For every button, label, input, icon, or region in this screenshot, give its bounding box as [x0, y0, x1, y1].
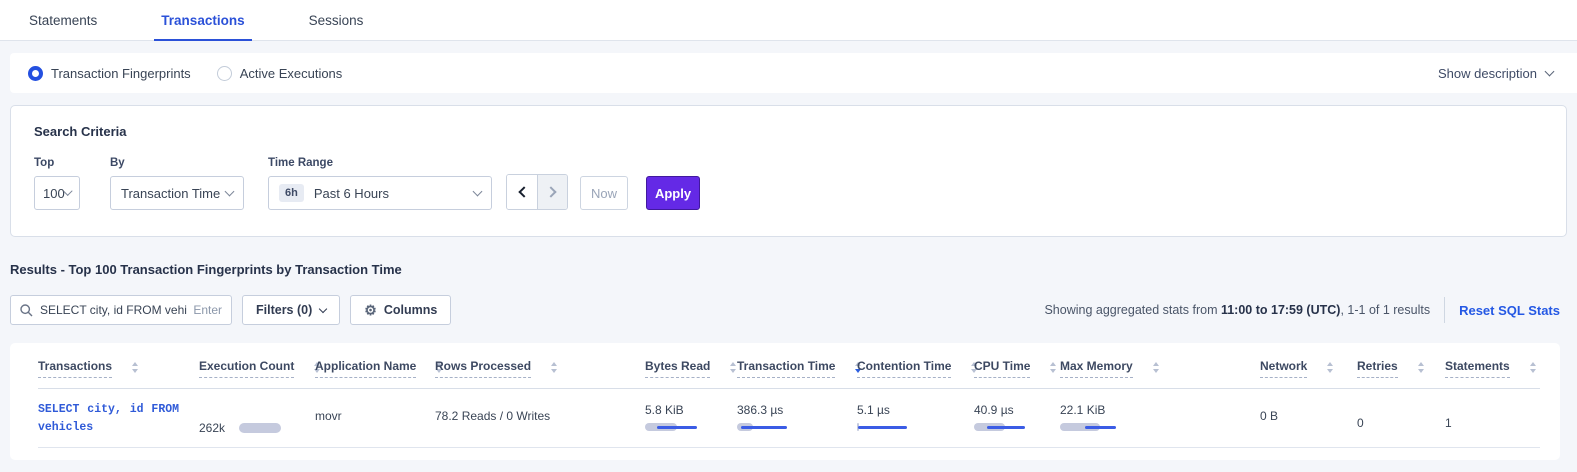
sort-icon[interactable] — [132, 362, 138, 373]
column-header-retries[interactable]: Retries — [1357, 343, 1445, 388]
tab-bar: Statements Transactions Sessions — [0, 0, 1577, 41]
cell-statements: 1 — [1445, 389, 1540, 447]
show-description-label: Show description — [1438, 66, 1537, 81]
radio-active-executions[interactable]: Active Executions — [217, 66, 343, 81]
cell-transaction: SELECT city, id FROM vehicles — [38, 389, 199, 447]
table-row: SELECT city, id FROM vehicles 262k movr … — [38, 389, 1540, 448]
table-header-row: Transactions Execution Count Application… — [38, 343, 1540, 389]
sort-icon[interactable] — [730, 362, 736, 373]
chevron-down-icon — [1545, 67, 1555, 77]
cell-max-memory: 22.1 KiB — [1060, 389, 1260, 447]
cell-execution-count: 262k — [199, 389, 315, 447]
by-label: By — [110, 157, 244, 169]
results-title: Results - Top 100 Transaction Fingerprin… — [10, 262, 1577, 277]
tab-sessions[interactable]: Sessions — [302, 0, 371, 40]
column-header-rows-processed[interactable]: Rows Processed — [435, 343, 645, 388]
search-input[interactable] — [40, 303, 187, 317]
radio-icon[interactable] — [28, 66, 43, 81]
chevron-left-icon — [518, 186, 529, 197]
column-header-network[interactable]: Network — [1260, 343, 1357, 388]
stats-range: 11:00 to 17:59 (UTC) — [1221, 303, 1340, 317]
column-header-application-name[interactable]: Application Name — [315, 343, 435, 388]
time-range-label: Time Range — [268, 157, 492, 169]
chevron-down-icon — [473, 187, 483, 197]
radio-label: Transaction Fingerprints — [51, 66, 191, 81]
filters-button[interactable]: Filters (0) — [242, 295, 340, 325]
gear-icon: ⚙ — [364, 303, 377, 317]
chevron-down-icon — [225, 187, 235, 197]
top-select-value: 100 — [43, 186, 65, 201]
bytes-read-bar — [645, 422, 707, 432]
columns-button[interactable]: ⚙ Columns — [350, 295, 451, 325]
tab-statements[interactable]: Statements — [22, 0, 104, 40]
reset-sql-stats-link[interactable]: Reset SQL Stats — [1459, 303, 1560, 318]
cell-application-name: movr — [315, 389, 435, 447]
sort-icon[interactable] — [1050, 362, 1056, 373]
chevron-right-icon — [545, 186, 556, 197]
apply-button[interactable]: Apply — [646, 176, 700, 210]
statement-search-box[interactable]: Enter — [10, 295, 232, 325]
column-header-transaction-time[interactable]: Transaction Time — [737, 343, 857, 388]
results-toolbar: Enter Filters (0) ⚙ Columns Showing aggr… — [10, 295, 1567, 325]
columns-label: Columns — [384, 303, 437, 317]
transaction-time-bar — [737, 422, 799, 432]
by-group: By Transaction Time — [110, 157, 244, 210]
tab-transactions[interactable]: Transactions — [154, 0, 251, 40]
column-header-statements[interactable]: Statements — [1445, 343, 1546, 388]
cell-contention-time: 5.1 µs — [857, 389, 974, 447]
column-header-execution-count[interactable]: Execution Count — [199, 343, 315, 388]
transactions-page: Statements Transactions Sessions Transac… — [0, 0, 1577, 472]
contention-time-bar — [857, 422, 919, 432]
search-criteria-title: Search Criteria — [25, 124, 1552, 139]
sort-icon[interactable] — [1153, 362, 1159, 373]
view-radio-group: Transaction Fingerprints Active Executio… — [28, 66, 368, 81]
cpu-time-bar — [974, 422, 1036, 432]
radio-icon[interactable] — [217, 66, 232, 81]
show-description-toggle[interactable]: Show description — [1438, 66, 1553, 81]
top-select[interactable]: 100 — [34, 176, 80, 210]
time-range-group: Time Range 6h Past 6 Hours — [268, 157, 492, 210]
transactions-table-card: Transactions Execution Count Application… — [10, 343, 1560, 460]
cell-network: 0 B — [1260, 389, 1357, 447]
top-label: Top — [34, 157, 80, 169]
vertical-divider — [1444, 297, 1445, 323]
time-range-next-button[interactable] — [537, 175, 567, 209]
cell-cpu-time: 40.9 µs — [974, 389, 1060, 447]
radio-transaction-fingerprints[interactable]: Transaction Fingerprints — [28, 66, 191, 81]
search-criteria-card: Search Criteria Top 100 By Transaction T… — [10, 105, 1567, 237]
radio-label: Active Executions — [240, 66, 343, 81]
column-header-cpu-time[interactable]: CPU Time — [974, 343, 1060, 388]
transaction-fingerprint-link[interactable]: SELECT city, id FROM vehicles — [38, 403, 179, 434]
cell-retries: 0 — [1357, 389, 1445, 447]
time-range-value: Past 6 Hours — [314, 186, 389, 201]
now-button[interactable]: Now — [580, 176, 628, 210]
filters-label: Filters (0) — [256, 303, 312, 317]
column-header-transactions[interactable]: Transactions — [38, 343, 199, 388]
sort-icon[interactable] — [1327, 362, 1333, 373]
enter-hint: Enter — [193, 303, 222, 317]
top-group: Top 100 — [34, 157, 80, 210]
sort-icon[interactable] — [1530, 362, 1536, 373]
column-header-contention-time[interactable]: Contention Time — [857, 343, 974, 388]
sort-icon[interactable] — [551, 362, 557, 373]
search-criteria-controls: Top 100 By Transaction Time Time Range 6… — [25, 157, 1552, 210]
by-select-value: Transaction Time — [121, 186, 220, 201]
chevron-down-icon — [319, 304, 327, 312]
max-memory-bar — [1060, 422, 1122, 432]
cell-bytes-read: 5.8 KiB — [645, 389, 737, 447]
time-range-badge: 6h — [279, 184, 304, 202]
by-select[interactable]: Transaction Time — [110, 176, 244, 210]
view-toggle-row: Transaction Fingerprints Active Executio… — [10, 53, 1577, 93]
sort-icon[interactable] — [1418, 362, 1424, 373]
time-range-select[interactable]: 6h Past 6 Hours — [268, 176, 492, 210]
column-header-max-memory[interactable]: Max Memory — [1060, 343, 1260, 388]
cell-rows-processed: 78.2 Reads / 0 Writes — [435, 389, 645, 447]
column-header-bytes-read[interactable]: Bytes Read — [645, 343, 737, 388]
aggregated-stats-text: Showing aggregated stats from 11:00 to 1… — [1044, 303, 1430, 317]
time-range-prev-button[interactable] — [507, 175, 537, 209]
execution-count-bar — [239, 423, 281, 433]
search-icon — [20, 304, 33, 317]
cell-transaction-time: 386.3 µs — [737, 389, 857, 447]
time-range-pager — [506, 174, 568, 210]
